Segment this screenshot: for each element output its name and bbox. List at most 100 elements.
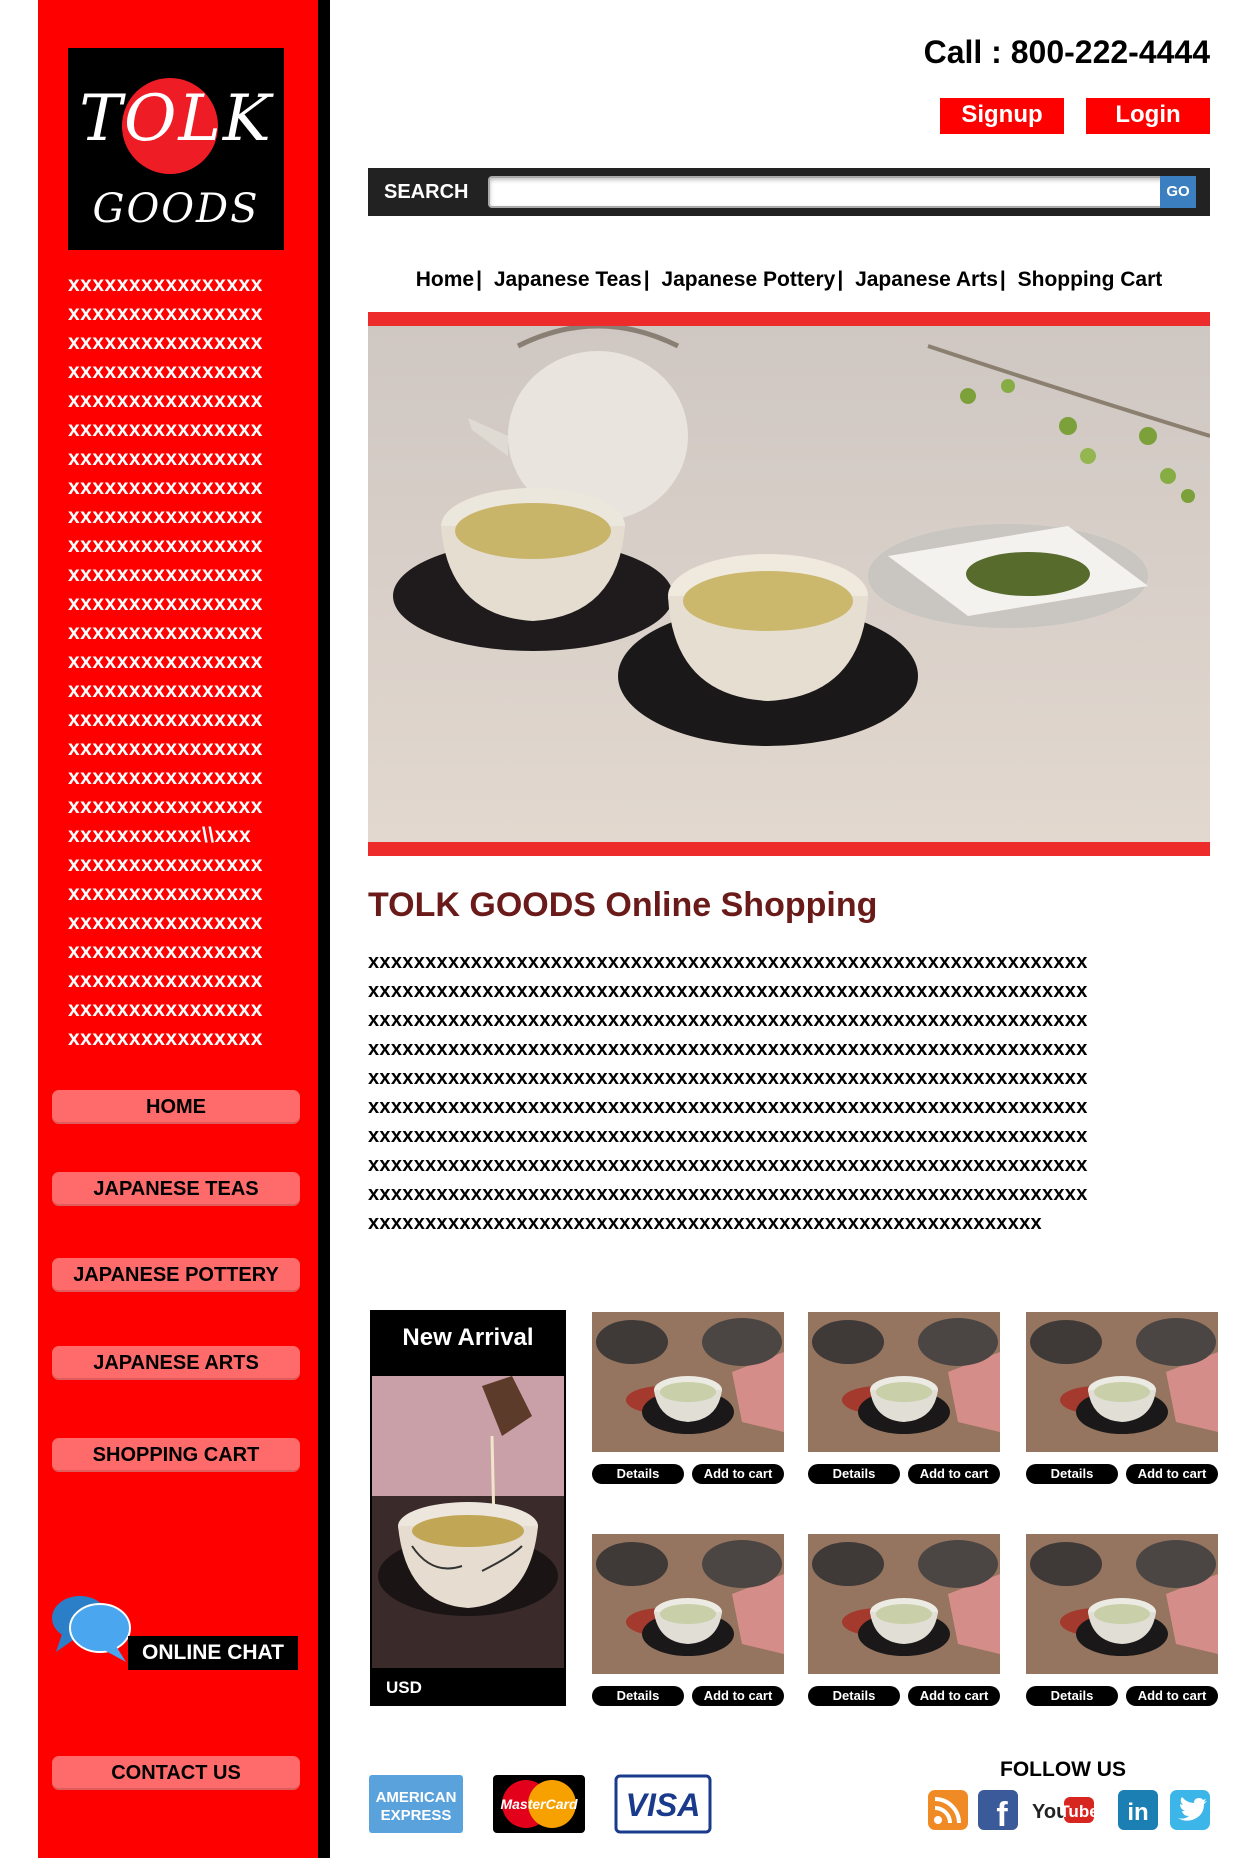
sidebar-text-line: xxxxxxxxxxxxxxxx [68, 534, 263, 557]
call-phone-number: Call : 800-222-4444 [923, 34, 1210, 70]
rss-icon[interactable] [928, 1790, 968, 1830]
product-image[interactable] [1026, 1312, 1218, 1452]
new-arrival-image [372, 1376, 564, 1668]
sidebar-text-line: xxxxxxxxxxxxxxxx [68, 940, 263, 963]
nav-japanese-arts-link[interactable]: Japanese Arts [855, 268, 998, 291]
product-image[interactable] [1026, 1534, 1218, 1674]
mastercard-icon: MasterCard [493, 1775, 585, 1833]
logo-wordmark-top: TOLK [79, 82, 273, 156]
search-label: SEARCH [384, 181, 469, 203]
sidebar-text-line: xxxxxxxxxxxxxxxx [68, 273, 263, 296]
sidebar-text-line: xxxxxxxxxxxxxxxx [68, 360, 263, 383]
nav-japanese-teas-link[interactable]: Japanese Teas [494, 268, 642, 291]
nav-japanese-pottery-link[interactable]: Japanese Pottery [661, 268, 835, 291]
intro-text-line: xxxxxxxxxxxxxxxxxxxxxxxxxxxxxxxxxxxxxxxx… [368, 1096, 1088, 1118]
add-to-cart-button[interactable]: Add to cart [908, 1464, 1000, 1484]
follow-us-label: FOLLOW US [1000, 1758, 1126, 1781]
product-image[interactable] [592, 1312, 784, 1452]
sidebar-text-line: xxxxxxxxxxxxxxxx [68, 418, 263, 441]
intro-text-line: xxxxxxxxxxxxxxxxxxxxxxxxxxxxxxxxxxxxxxxx… [368, 1212, 1042, 1234]
sidebar-japanese-arts-button[interactable]: JAPANESE ARTS [52, 1346, 300, 1380]
new-arrival-title: New Arrival [402, 1324, 534, 1351]
product-card: Details Add to cart [1026, 1312, 1218, 1492]
chat-bubbles-icon[interactable] [50, 1592, 140, 1664]
login-button[interactable]: Login [1086, 98, 1210, 134]
sidebar-home-button[interactable]: HOME [52, 1090, 300, 1124]
product-card: Details Add to cart [592, 1534, 784, 1714]
search-bar: SEARCH GO [368, 168, 1210, 216]
signup-button[interactable]: Signup [940, 98, 1064, 134]
product-details-button[interactable]: Details [808, 1686, 900, 1706]
product-card: Details Add to cart [808, 1534, 1000, 1714]
sidebar-text-line: xxxxxxxxxxxxxxxx [68, 650, 263, 673]
add-to-cart-button[interactable]: Add to cart [1126, 1464, 1218, 1484]
page-title: TOLK GOODS Online Shopping [368, 886, 878, 924]
search-input[interactable] [488, 176, 1166, 208]
product-details-button[interactable]: Details [592, 1686, 684, 1706]
nav-separator: | [999, 268, 1006, 291]
hero-tea-set-image [368, 326, 1210, 842]
sidebar-shopping-cart-button[interactable]: SHOPPING CART [52, 1438, 300, 1472]
sidebar-text-line: xxxxxxxxxxx\\xxx [68, 824, 252, 847]
product-card: Details Add to cart [1026, 1534, 1218, 1714]
online-chat-button[interactable]: ONLINE CHAT [128, 1636, 298, 1670]
sidebar-text-line: xxxxxxxxxxxxxxxx [68, 911, 263, 934]
linkedin-glyph: in [1127, 1799, 1148, 1826]
product-image[interactable] [808, 1312, 1000, 1452]
currency-label: USD [386, 1678, 422, 1697]
facebook-icon[interactable]: f [978, 1790, 1018, 1830]
youtube-tube: Tube [1059, 1802, 1096, 1821]
sidebar-text-line: xxxxxxxxxxxxxxxx [68, 476, 263, 499]
contact-us-button[interactable]: CONTACT US [52, 1756, 300, 1790]
product-details-button[interactable]: Details [592, 1464, 684, 1484]
sidebar-text-line: xxxxxxxxxxxxxxxx [68, 563, 263, 586]
sidebar-text-line: xxxxxxxxxxxxxxxx [68, 998, 263, 1021]
linkedin-icon[interactable]: in [1118, 1790, 1158, 1830]
sidebar-text-line: xxxxxxxxxxxxxxxx [68, 1027, 263, 1050]
sidebar-text-line: xxxxxxxxxxxxxxxx [68, 505, 263, 528]
intro-text-line: xxxxxxxxxxxxxxxxxxxxxxxxxxxxxxxxxxxxxxxx… [368, 980, 1088, 1002]
intro-text-line: xxxxxxxxxxxxxxxxxxxxxxxxxxxxxxxxxxxxxxxx… [368, 1125, 1088, 1147]
logo-wordmark-bottom: GOODS [92, 186, 260, 232]
sidebar-text-line: xxxxxxxxxxxxxxxx [68, 592, 263, 615]
sidebar-text-line: xxxxxxxxxxxxxxxx [68, 737, 263, 760]
twitter-icon[interactable] [1170, 1790, 1210, 1830]
search-go-button[interactable]: GO [1160, 176, 1196, 208]
mastercard-label: MasterCard [500, 1796, 577, 1812]
add-to-cart-button[interactable]: Add to cart [1126, 1686, 1218, 1706]
visa-card-icon: VISA [614, 1774, 712, 1834]
sidebar-text-line: xxxxxxxxxxxxxxxx [68, 766, 263, 789]
product-image[interactable] [592, 1534, 784, 1674]
nav-separator: | [643, 268, 650, 291]
sidebar-text-line: xxxxxxxxxxxxxxxx [68, 882, 263, 905]
new-arrival-panel[interactable]: New Arrival USD [370, 1310, 566, 1706]
sidebar-japanese-teas-button[interactable]: JAPANESE TEAS [52, 1172, 300, 1206]
intro-text-line: xxxxxxxxxxxxxxxxxxxxxxxxxxxxxxxxxxxxxxxx… [368, 1154, 1088, 1176]
sidebar-text-line: xxxxxxxxxxxxxxxx [68, 679, 263, 702]
product-image[interactable] [808, 1534, 1000, 1674]
product-card: Details Add to cart [808, 1312, 1000, 1492]
add-to-cart-button[interactable]: Add to cart [692, 1464, 784, 1484]
sidebar-text-line: xxxxxxxxxxxxxxxx [68, 969, 263, 992]
product-details-button[interactable]: Details [808, 1464, 900, 1484]
amex-card-icon: AMERICAN EXPRESS [369, 1775, 463, 1833]
sidebar-japanese-pottery-button[interactable]: JAPANESE POTTERY [52, 1258, 300, 1292]
nav-home-link[interactable]: Home [416, 268, 474, 291]
nav-shopping-cart-link[interactable]: Shopping Cart [1018, 268, 1163, 291]
product-details-button[interactable]: Details [1026, 1464, 1118, 1484]
intro-text-block: xxxxxxxxxxxxxxxxxxxxxxxxxxxxxxxxxxxxxxxx… [368, 948, 1210, 1238]
amex-card-line1: AMERICAN [376, 1789, 457, 1806]
sidebar-text-line: xxxxxxxxxxxxxxxx [68, 795, 263, 818]
sidebar-text-line: xxxxxxxxxxxxxxxx [68, 389, 263, 412]
add-to-cart-button[interactable]: Add to cart [692, 1686, 784, 1706]
sidebar-text-line: xxxxxxxxxxxxxxxx [68, 302, 263, 325]
product-details-button[interactable]: Details [1026, 1686, 1118, 1706]
site-logo[interactable]: TOLK GOODS [68, 48, 284, 250]
sidebar-text-line: xxxxxxxxxxxxxxxx [68, 331, 263, 354]
intro-text-line: xxxxxxxxxxxxxxxxxxxxxxxxxxxxxxxxxxxxxxxx… [368, 951, 1088, 973]
top-navigation: Home| Japanese Teas| Japanese Pottery| J… [368, 268, 1210, 292]
youtube-icon[interactable]: You Tube [1030, 1792, 1096, 1828]
add-to-cart-button[interactable]: Add to cart [908, 1686, 1000, 1706]
amex-card-line2: EXPRESS [381, 1807, 452, 1824]
intro-text-line: xxxxxxxxxxxxxxxxxxxxxxxxxxxxxxxxxxxxxxxx… [368, 1038, 1088, 1060]
